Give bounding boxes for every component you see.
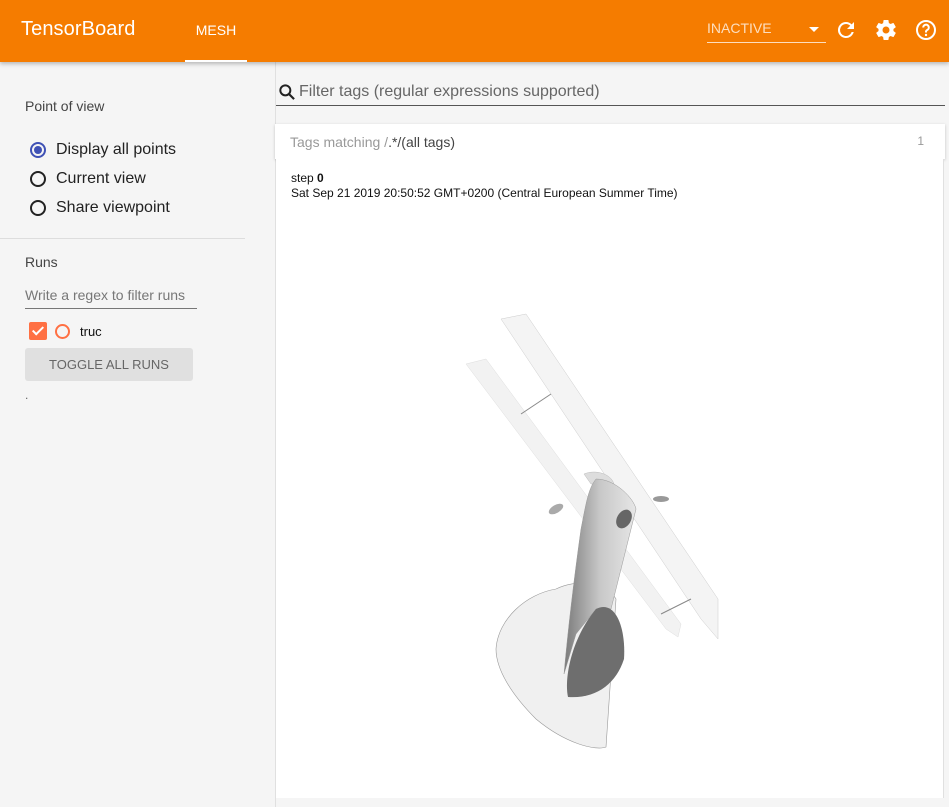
radio-label: Current view [56,170,146,187]
sidebar: Point of view Display all points Current… [0,62,245,807]
app-title: TensorBoard [21,18,136,40]
radio-share-viewpoint[interactable]: Share viewpoint [30,197,170,219]
step-label: step 0 [291,171,324,185]
plugin-selector-value: INACTIVE [707,20,772,36]
run-color-circle-icon[interactable] [55,323,70,339]
point-of-view-title: Point of view [25,98,105,114]
tag-filter-input[interactable]: Filter tags (regular expressions support… [276,80,945,106]
refresh-button[interactable] [834,18,858,42]
sidebar-divider [0,238,245,239]
tab-mesh-label: MESH [195,22,237,38]
step-prefix: step [291,171,314,185]
refresh-icon [837,21,854,38]
radio-unchecked-icon [30,171,46,187]
mesh-3d-viewer[interactable] [456,299,736,759]
run-filter-placeholder: Write a regex to filter runs [25,287,186,303]
gear-icon [876,19,896,40]
active-tab-indicator [185,60,247,62]
radio-label: Display all points [56,141,177,158]
tag-group-header[interactable]: Tags matching /.*/(all tags) 1 [275,124,945,159]
tab-mesh[interactable]: MESH [185,0,247,62]
chevron-down-icon [809,27,819,32]
step-value: 0 [317,171,324,185]
help-button[interactable] [914,18,938,42]
help-icon [916,20,936,40]
toggle-all-runs-button[interactable]: TOGGLE ALL RUNS [25,348,193,381]
radio-checked-icon [30,142,46,158]
top-app-bar: TensorBoard MESH INACTIVE [0,0,949,62]
tags-matching-prefix: Tags matching / [290,134,389,150]
settings-button[interactable] [874,18,898,42]
run-checkbox[interactable] [29,322,47,340]
tags-matching-suffix: /(all tags) [397,134,455,150]
tag-count: 1 [917,134,924,148]
run-filter-input[interactable]: Write a regex to filter runs [25,287,197,309]
run-name: truc [80,323,102,339]
tags-matching-label: Tags matching /.*/(all tags) [290,134,455,150]
radio-display-all-points[interactable]: Display all points [30,139,176,161]
runs-title: Runs [25,254,58,270]
plugin-selector-dropdown[interactable]: INACTIVE [707,16,826,43]
tags-matching-pattern: .* [388,134,398,150]
logdir-text: . [25,388,29,402]
radio-current-view[interactable]: Current view [30,168,146,190]
timestamp: Sat Sep 21 2019 20:50:52 GMT+0200 (Centr… [291,186,678,200]
radio-unchecked-icon [30,200,46,216]
mesh-card: step 0 Sat Sep 21 2019 20:50:52 GMT+0200… [276,159,944,798]
run-item[interactable]: truc [29,322,102,340]
radio-label: Share viewpoint [56,199,170,216]
search-icon [279,84,295,100]
mesh-model [465,313,719,749]
tag-filter-placeholder: Filter tags (regular expressions support… [299,83,600,100]
